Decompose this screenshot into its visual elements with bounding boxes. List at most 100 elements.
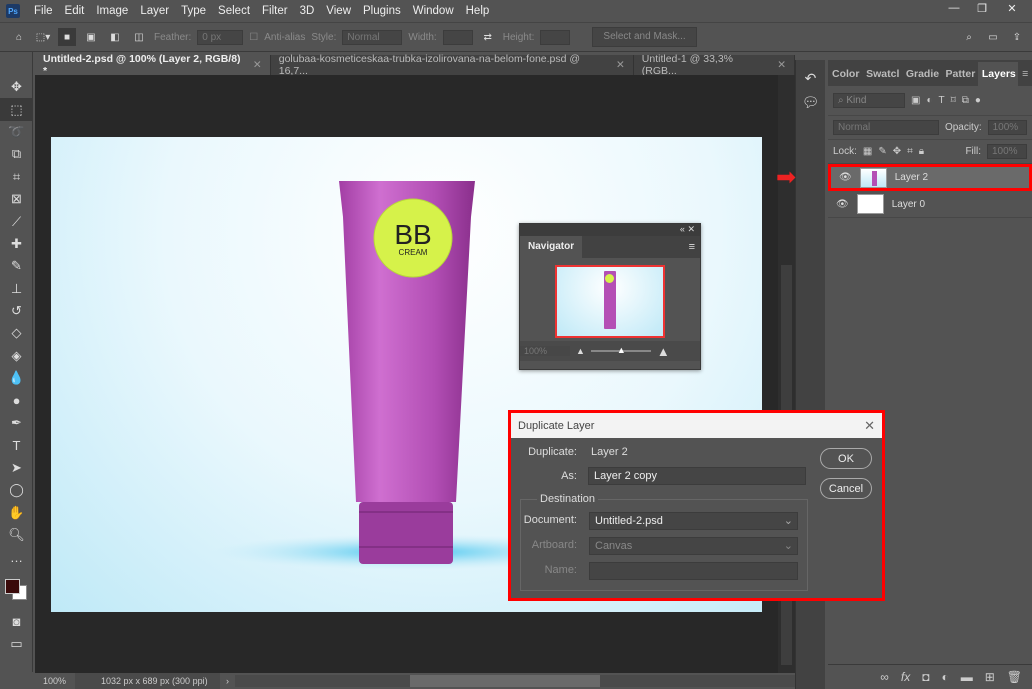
workspace-icon[interactable]: ▭ <box>984 28 1002 46</box>
status-menu-arrow[interactable]: › <box>220 676 235 686</box>
tab-untitled-2[interactable]: Untitled-2.psd @ 100% (Layer 2, RGB/8) *… <box>35 53 271 77</box>
document-select[interactable]: Untitled-2.psd ⌄ <box>589 512 798 530</box>
navigator-zoom-input[interactable]: 100% <box>520 346 570 356</box>
zoom-out-icon[interactable]: ▲ <box>576 346 585 356</box>
comments-icon[interactable]: 💬︎ <box>796 94 825 118</box>
home-icon[interactable]: ⌂ <box>10 28 28 46</box>
visibility-eye-icon[interactable]: 👁︎ <box>836 199 849 210</box>
history-brush-icon[interactable]: ↺ <box>0 300 33 322</box>
add-mask-icon[interactable]: ◘ <box>922 670 929 684</box>
new-selection-icon[interactable]: ■ <box>58 28 76 46</box>
navigator-zoom-slider[interactable]: ▲ <box>590 345 651 355</box>
select-and-mask-button[interactable]: Select and Mask... <box>592 27 697 47</box>
close-navigator-icon[interactable]: ✕ <box>687 224 695 234</box>
close-window-button[interactable]: ✕ <box>998 0 1026 16</box>
ok-button[interactable]: OK <box>820 448 872 469</box>
feather-input[interactable]: 0 px <box>197 29 244 45</box>
navigator-preview[interactable] <box>555 265 665 338</box>
tab-layers[interactable]: Layers <box>977 62 1019 86</box>
menu-type[interactable]: Type <box>175 5 212 17</box>
close-dialog-icon[interactable]: ✕ <box>864 418 875 434</box>
screen-mode-icon[interactable]: ▭ <box>0 633 33 655</box>
menu-3d[interactable]: 3D <box>294 5 321 17</box>
object-select-tool-icon[interactable]: ⧉ <box>0 143 33 165</box>
marquee-tool-icon[interactable]: ⬚ <box>0 98 33 121</box>
menu-file[interactable]: File <box>28 5 59 17</box>
lock-all-icon[interactable]: 🔒︎ <box>919 146 924 157</box>
layer-name[interactable]: Layer 0 <box>892 199 925 210</box>
search-icon[interactable]: ⌕ <box>960 28 978 46</box>
foreground-color-swatch[interactable] <box>5 578 20 594</box>
ellipse-tool-icon[interactable]: ◯ <box>0 479 33 501</box>
slider-thumb[interactable]: ▲ <box>617 345 626 355</box>
collapse-icon[interactable]: « <box>680 224 685 234</box>
style-select[interactable]: Normal <box>342 29 403 45</box>
type-tool-icon[interactable]: T <box>0 434 33 456</box>
layer-row-layer-0[interactable]: 👁︎ Layer 0 <box>828 191 1032 218</box>
lock-paint-icon[interactable]: ✎ <box>878 146 886 157</box>
close-tab-icon[interactable]: ✕ <box>616 59 625 71</box>
blur-tool-icon[interactable]: 💧 <box>0 367 33 389</box>
tab-untitled-1[interactable]: Untitled-1 @ 33,3% (RGB... ✕ <box>633 53 795 77</box>
antialias-checkbox[interactable]: ☐ <box>249 32 258 43</box>
lock-position-icon[interactable]: ✥ <box>893 146 901 157</box>
fx-icon[interactable]: fx <box>901 670 910 684</box>
color-swatches[interactable] <box>0 569 32 611</box>
filter-kind-select[interactable]: ⌕ Kind <box>833 93 905 108</box>
new-layer-icon[interactable]: ⊞ <box>985 670 995 684</box>
delete-layer-icon[interactable]: 🗑︎ <box>1007 670 1022 684</box>
zoom-tool-icon[interactable]: 🔍︎ <box>0 524 33 546</box>
panel-menu-icon[interactable]: ≡ <box>1018 62 1032 86</box>
menu-layer[interactable]: Layer <box>134 5 175 17</box>
minimize-button[interactable]: — <box>940 0 968 16</box>
blend-mode-select[interactable]: Normal <box>833 120 939 135</box>
dodge-tool-icon[interactable]: ● <box>0 389 33 411</box>
height-input[interactable] <box>540 29 571 45</box>
filter-adjustment-icon[interactable]: ◐ <box>926 95 932 106</box>
menu-window[interactable]: Window <box>407 5 460 17</box>
filter-type-icon[interactable]: T <box>939 95 945 106</box>
share-icon[interactable]: ⇪ <box>1008 28 1026 46</box>
filter-toggle[interactable]: ● <box>975 95 981 106</box>
pen-tool-icon[interactable]: ✒ <box>0 412 33 434</box>
add-selection-icon[interactable]: ▣ <box>82 28 100 46</box>
layer-name[interactable]: Layer 2 <box>895 172 928 183</box>
zoom-level[interactable]: 100% <box>35 676 75 686</box>
adjustment-layer-icon[interactable]: ◐ <box>941 670 948 684</box>
visibility-eye-icon[interactable]: 👁︎ <box>839 172 852 183</box>
tab-golubaa[interactable]: golubaa-kosmeticeskaa-trubka-izolirovana… <box>270 53 634 77</box>
lock-artboard-icon[interactable]: ⌗ <box>907 146 913 157</box>
marquee-preset-icon[interactable]: ⬚▾ <box>34 28 52 46</box>
eraser-tool-icon[interactable]: ◇ <box>0 322 33 344</box>
menu-filter[interactable]: Filter <box>256 5 294 17</box>
lock-transparent-icon[interactable]: ▦ <box>863 146 872 157</box>
hand-tool-icon[interactable]: ✋ <box>0 501 33 523</box>
healing-tool-icon[interactable]: ✚ <box>0 233 33 255</box>
move-tool-icon[interactable]: ✥ <box>0 76 33 98</box>
zoom-in-icon[interactable]: ▲ <box>657 344 670 359</box>
menu-select[interactable]: Select <box>212 5 256 17</box>
opacity-input[interactable]: 100% <box>987 120 1027 135</box>
maximize-button[interactable]: ❐ <box>968 0 996 16</box>
filter-shape-icon[interactable]: ⌑ <box>951 95 956 106</box>
menu-help[interactable]: Help <box>460 5 496 17</box>
menu-view[interactable]: View <box>320 5 357 17</box>
crop-tool-icon[interactable]: ⌗ <box>0 166 33 188</box>
fill-input[interactable]: 100% <box>987 144 1027 159</box>
link-layers-icon[interactable]: ∞ <box>880 670 889 684</box>
intersect-selection-icon[interactable]: ◫ <box>130 28 148 46</box>
lasso-tool-icon[interactable]: ➰ <box>0 121 33 143</box>
navigator-menu-icon[interactable]: ≡ <box>689 241 700 253</box>
as-input[interactable]: Layer 2 copy <box>588 467 806 485</box>
horizontal-scrollbar[interactable] <box>235 675 795 687</box>
more-tools-icon[interactable]: … <box>0 546 33 568</box>
cancel-button[interactable]: Cancel <box>820 478 872 499</box>
menu-edit[interactable]: Edit <box>59 5 91 17</box>
tab-gradients[interactable]: Gradie <box>902 62 942 86</box>
layer-row-layer-2[interactable]: 👁︎ Layer 2 <box>828 164 1032 191</box>
quick-mask-icon[interactable]: ◙ <box>0 611 33 633</box>
paint-bucket-icon[interactable]: ◈ <box>0 345 33 367</box>
navigator-tab[interactable]: Navigator <box>520 236 583 258</box>
tab-patterns[interactable]: Patter <box>942 62 978 86</box>
new-group-icon[interactable]: ▬ <box>961 670 973 684</box>
